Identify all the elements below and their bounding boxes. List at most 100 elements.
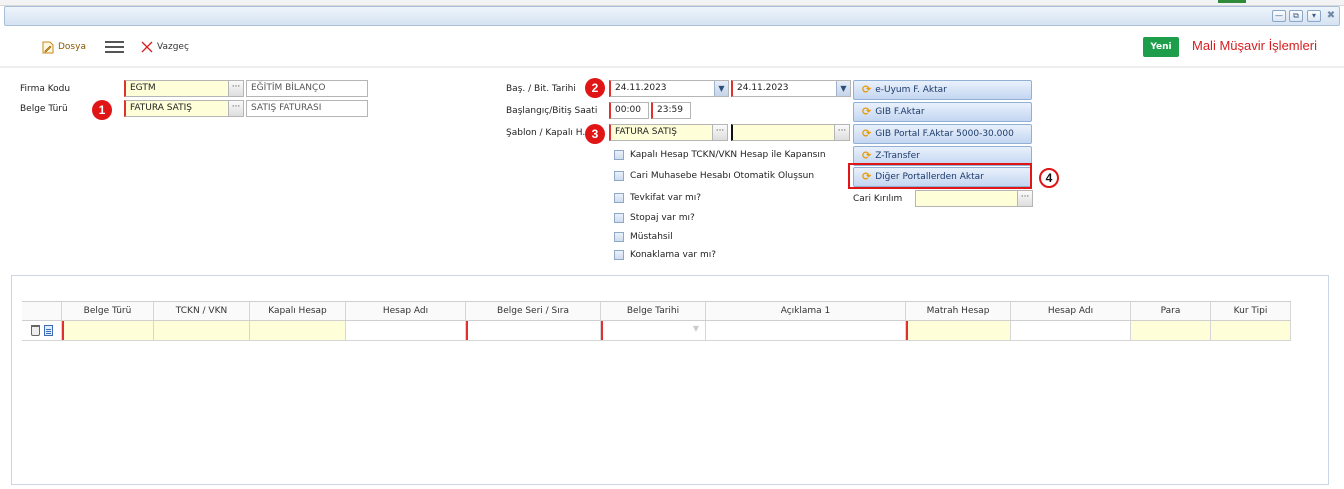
grid-column-header[interactable]: Belge Türü	[62, 302, 154, 320]
firma-kodu-description: EĞİTİM BİLANÇO	[246, 80, 368, 97]
grid-column-header[interactable]: TCKN / VKN	[154, 302, 250, 320]
checkbox-mustahsil[interactable]: Müstahsil	[614, 232, 673, 242]
cell-belge-turu[interactable]	[62, 321, 154, 340]
table-row: ▼	[22, 321, 1291, 341]
bas-tarihi-date-input[interactable]: 24.11.2023 ▼	[609, 80, 729, 97]
cell-para[interactable]	[1131, 321, 1211, 340]
cell-aciklama-1[interactable]	[706, 321, 906, 340]
sablon-label: Şablon / Kapalı H.	[506, 128, 586, 138]
grid-column-header[interactable]: Açıklama 1	[706, 302, 906, 320]
highlight-box	[848, 163, 1032, 189]
vazgec-button[interactable]: Vazgeç	[141, 38, 189, 56]
checkbox-kapali-hesap[interactable]: Kapalı Hesap TCKN/VKN Hesap ile Kapansın	[614, 150, 826, 160]
cari-kirilim-lookup-button[interactable]: ···	[1017, 190, 1033, 207]
cell-tckn-vkn[interactable]	[154, 321, 250, 340]
kapali-h-lookup-button[interactable]: ···	[834, 124, 850, 141]
checkbox-box[interactable]	[614, 150, 624, 160]
belge-turu-input[interactable]: FATURA SATIŞ	[124, 100, 229, 117]
cell-kur-tipi[interactable]	[1211, 321, 1291, 340]
vazgec-label: Vazgeç	[157, 42, 189, 52]
bit-tarihi-date-input[interactable]: 24.11.2023 ▼	[731, 80, 851, 97]
belge-turu-description: SATIŞ FATURASI	[246, 100, 368, 117]
sablon-lookup-button[interactable]: ···	[712, 124, 728, 141]
chevron-down-icon[interactable]: ▼	[693, 324, 699, 333]
kapali-h-input[interactable]	[731, 124, 835, 141]
checkbox-box[interactable]	[614, 171, 624, 181]
grid-column-header[interactable]: Belge Seri / Sıra	[466, 302, 601, 320]
checkbox-box[interactable]	[614, 250, 624, 260]
checkbox-box[interactable]	[614, 213, 624, 223]
grid-column-header[interactable]: Kur Tipi	[1211, 302, 1291, 320]
gib-aktar-button[interactable]: ⟳ GIB F.Aktar	[853, 102, 1032, 122]
grid-column-header[interactable]: Hesap Adı	[1011, 302, 1131, 320]
bas-tarihi-value: 24.11.2023	[615, 83, 667, 93]
checkbox-box[interactable]	[614, 232, 624, 242]
sablon-input[interactable]: FATURA SATIŞ	[609, 124, 713, 141]
cari-kirilim-label: Cari Kırılım	[853, 194, 903, 204]
edit-document-icon	[42, 41, 54, 53]
minimize-icon[interactable]: —	[1272, 10, 1286, 22]
row-actions	[22, 321, 62, 340]
refresh-icon: ⟳	[862, 83, 872, 96]
refresh-icon: ⟳	[862, 127, 872, 140]
belge-turu-label: Belge Türü	[20, 104, 68, 114]
page-title: Mali Müşavir İşlemleri	[1192, 38, 1317, 53]
cell-belge-seri-sira[interactable]	[466, 321, 601, 340]
firma-kodu-lookup-button[interactable]: ···	[228, 80, 244, 97]
grid-column-header[interactable]: Belge Tarihi	[601, 302, 706, 320]
step-badge-1: 1	[92, 100, 112, 120]
menu-button[interactable]	[105, 38, 124, 56]
checkbox-stopaj[interactable]: Stopaj var mı?	[614, 213, 695, 223]
grid-column-header[interactable]: Para	[1131, 302, 1211, 320]
checkbox-box[interactable]	[614, 193, 624, 203]
window-titlebar: — ⧉ ▾ ✖	[4, 6, 1340, 26]
bas-tarihi-dropdown-icon[interactable]: ▼	[714, 81, 728, 96]
checkbox-konaklama[interactable]: Konaklama var mı?	[614, 250, 716, 260]
bit-tarihi-dropdown-icon[interactable]: ▼	[836, 81, 850, 96]
checkbox-label: Tevkifat var mı?	[630, 193, 702, 203]
grid-header-actions	[22, 302, 62, 320]
checkbox-label: Kapalı Hesap TCKN/VKN Hesap ile Kapansın	[630, 150, 826, 160]
checkbox-label: Konaklama var mı?	[630, 250, 716, 260]
checkbox-label: Cari Muhasebe Hesabı Otomatik Oluşsun	[630, 171, 815, 181]
close-x-icon	[141, 41, 153, 53]
cell-hesap-adi[interactable]	[346, 321, 466, 340]
toolbar-divider	[0, 66, 1344, 68]
gib-portal-aktar-button[interactable]: ⟳ GIB Portal F.Aktar 5000-30.000	[853, 124, 1032, 144]
firma-kodu-input[interactable]: EGTM	[124, 80, 229, 97]
step-badge-4: 4	[1039, 168, 1059, 188]
belge-turu-lookup-button[interactable]: ···	[228, 100, 244, 117]
cell-kapali-hesap[interactable]	[250, 321, 346, 340]
document-icon[interactable]	[43, 325, 53, 336]
dropdown-icon[interactable]: ▾	[1307, 10, 1321, 22]
cell-hesap-adi-2[interactable]	[1011, 321, 1131, 340]
close-icon[interactable]: ✖	[1325, 10, 1337, 22]
checkbox-cari-muhasebe[interactable]: Cari Muhasebe Hesabı Otomatik Oluşsun	[614, 171, 814, 181]
restore-icon[interactable]: ⧉	[1289, 10, 1303, 22]
bas-bit-tarihi-label: Baş. / Bit. Tarihi	[506, 84, 576, 94]
action-label: Z-Transfer	[875, 151, 920, 161]
refresh-icon: ⟳	[862, 105, 872, 118]
cell-matrah-hesap[interactable]	[906, 321, 1011, 340]
dosya-label: Dosya	[58, 42, 86, 52]
bas-saat-input[interactable]: 00:00	[609, 102, 649, 119]
dosya-button[interactable]: Dosya	[42, 38, 86, 56]
bit-saat-input[interactable]: 23:59	[651, 102, 691, 119]
trash-icon[interactable]	[30, 325, 40, 336]
refresh-icon: ⟳	[862, 149, 872, 162]
grid-column-header[interactable]: Hesap Adı	[346, 302, 466, 320]
firma-kodu-label: Firma Kodu	[20, 84, 71, 94]
action-label: GIB Portal F.Aktar 5000-30.000	[875, 129, 1014, 139]
yeni-button[interactable]: Yeni	[1143, 37, 1179, 57]
grid-column-header[interactable]: Kapalı Hesap	[250, 302, 346, 320]
cari-kirilim-input[interactable]	[915, 190, 1018, 207]
e-uyum-aktar-button[interactable]: ⟳ e-Uyum F. Aktar	[853, 80, 1032, 100]
grid-column-header[interactable]: Matrah Hesap	[906, 302, 1011, 320]
action-label: GIB F.Aktar	[875, 107, 925, 117]
cell-belge-tarihi[interactable]: ▼	[601, 321, 706, 340]
bit-tarihi-value: 24.11.2023	[737, 83, 789, 93]
action-label: e-Uyum F. Aktar	[875, 85, 947, 95]
saat-label: Başlangıç/Bitiş Saati	[506, 106, 598, 116]
checkbox-tevkifat[interactable]: Tevkifat var mı?	[614, 193, 701, 203]
checkbox-label: Müstahsil	[630, 232, 673, 242]
